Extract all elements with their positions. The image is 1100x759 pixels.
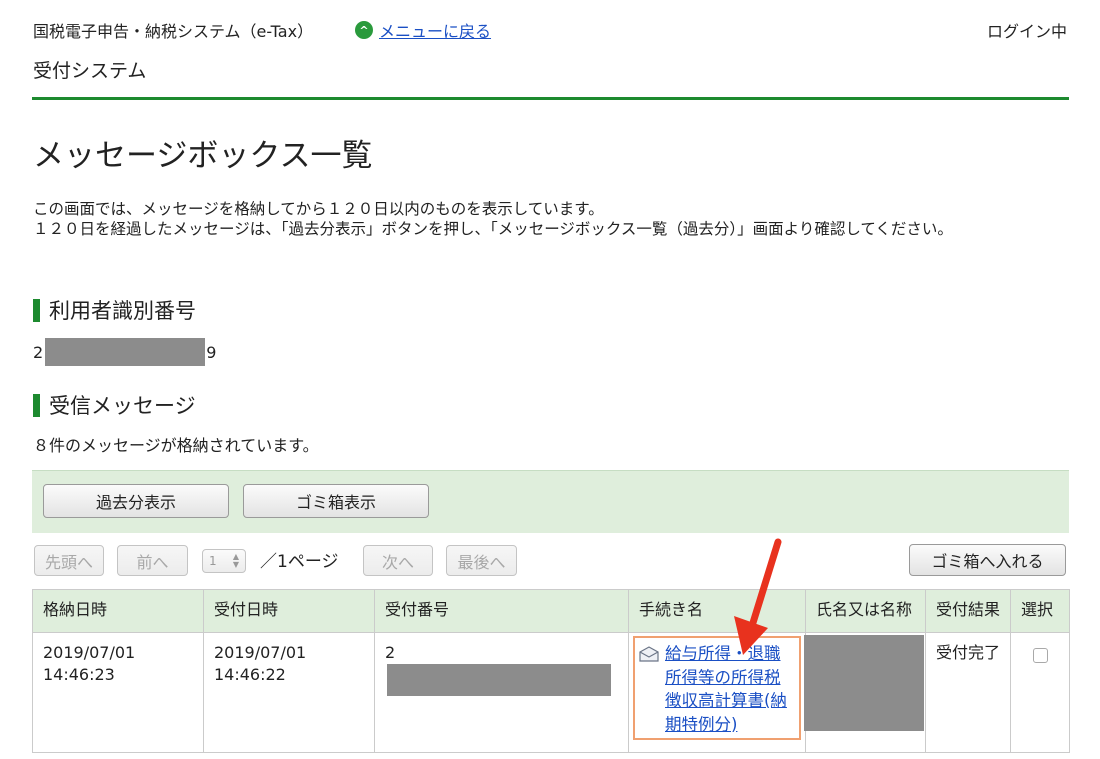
user-id-value: 2 9 — [33, 338, 216, 366]
stored-date: 2019/07/01 — [43, 643, 136, 662]
menu-back-link[interactable]: ^ メニューに戻る — [355, 18, 491, 42]
message-toolbar: 過去分表示 ゴミ箱表示 — [32, 470, 1069, 533]
last-page-button[interactable]: 最後へ — [446, 545, 517, 576]
past-view-button[interactable]: 過去分表示 — [43, 484, 229, 518]
first-page-button[interactable]: 先頭へ — [34, 545, 104, 576]
messages-heading: 受信メッセージ — [33, 390, 196, 420]
received-time: 14:46:22 — [214, 665, 286, 684]
receipt-number-prefix: 2 — [385, 643, 396, 662]
user-id-suffix: 9 — [206, 342, 217, 362]
page-total: ／1ページ — [260, 552, 339, 572]
login-status: ログイン中 — [986, 22, 1067, 41]
col-procedure-name: 手続き名 — [628, 589, 806, 633]
procedure-link[interactable]: 給与所得・退職所得等の所得税徴収高計算書(納期特例分) — [665, 642, 795, 736]
prev-page-button[interactable]: 前へ — [117, 545, 188, 576]
stored-datetime-cell: 2019/07/01 14:46:23 — [32, 632, 204, 753]
system-name: 受付システム — [33, 60, 147, 82]
system-title: 国税電子申告・納税システム（e-Tax） — [33, 22, 314, 41]
redaction-block — [804, 635, 924, 731]
move-to-trash-button[interactable]: ゴミ箱へ入れる — [909, 544, 1066, 576]
col-stored-datetime: 格納日時 — [32, 589, 204, 633]
select-cell — [1010, 632, 1070, 753]
user-id-heading-label: 利用者識別番号 — [49, 299, 196, 323]
message-count: ８件のメッセージが格納されています。 — [33, 436, 319, 455]
intro-line-1: この画面では、メッセージを格納してから１２０日以内のものを表示しています。 — [33, 200, 604, 218]
envelope-icon — [639, 646, 659, 662]
page-select[interactable]: 1 ▲ ▼ — [202, 549, 246, 573]
redaction-block — [387, 664, 611, 696]
user-id-prefix: 2 — [33, 342, 44, 362]
table-header-row: 格納日時 受付日時 受付番号 手続き名 氏名又は名称 受付結果 選択 — [32, 589, 1070, 633]
select-arrows-icon: ▲ ▼ — [232, 552, 239, 569]
procedure-highlight: 給与所得・退職所得等の所得税徴収高計算書(納期特例分) — [633, 636, 801, 740]
messages-heading-label: 受信メッセージ — [49, 394, 196, 418]
name-cell — [804, 632, 926, 753]
col-result: 受付結果 — [925, 589, 1011, 633]
col-received-datetime: 受付日時 — [203, 589, 375, 633]
col-name: 氏名又は名称 — [805, 589, 926, 633]
message-table: 格納日時 受付日時 受付番号 手続き名 氏名又は名称 受付結果 選択 2019/… — [32, 589, 1070, 753]
table-row: 2019/07/01 14:46:23 2019/07/01 14:46:22 … — [32, 632, 1070, 753]
result-cell: 受付完了 — [925, 632, 1011, 753]
heading-bar — [33, 298, 40, 322]
next-page-button[interactable]: 次へ — [363, 545, 433, 576]
received-date: 2019/07/01 — [214, 643, 307, 662]
chevron-up-icon: ^ — [355, 21, 373, 39]
intro-text: この画面では、メッセージを格納してから１２０日以内のものを表示しています。 １２… — [33, 199, 1069, 239]
stored-time: 14:46:23 — [43, 665, 115, 684]
page-title: メッセージボックス一覧 — [33, 138, 373, 174]
col-receipt-number: 受付番号 — [374, 589, 629, 633]
intro-line-2: １２０日を経過したメッセージは、「過去分表示」ボタンを押し、「メッセージボックス… — [33, 220, 953, 238]
trash-view-button[interactable]: ゴミ箱表示 — [243, 484, 429, 518]
received-datetime-cell: 2019/07/01 14:46:22 — [203, 632, 375, 753]
user-id-heading: 利用者識別番号 — [33, 295, 196, 325]
select-checkbox[interactable] — [1032, 648, 1048, 663]
col-select: 選択 — [1010, 589, 1070, 633]
receipt-number-cell: 2 — [374, 632, 629, 753]
header-divider — [32, 97, 1069, 100]
procedure-cell: 給与所得・退職所得等の所得税徴収高計算書(納期特例分) — [628, 632, 806, 753]
page-select-value: 1 — [209, 554, 217, 568]
heading-bar — [33, 393, 40, 417]
menu-back-label[interactable]: メニューに戻る — [379, 18, 491, 42]
redaction-block — [45, 338, 206, 366]
